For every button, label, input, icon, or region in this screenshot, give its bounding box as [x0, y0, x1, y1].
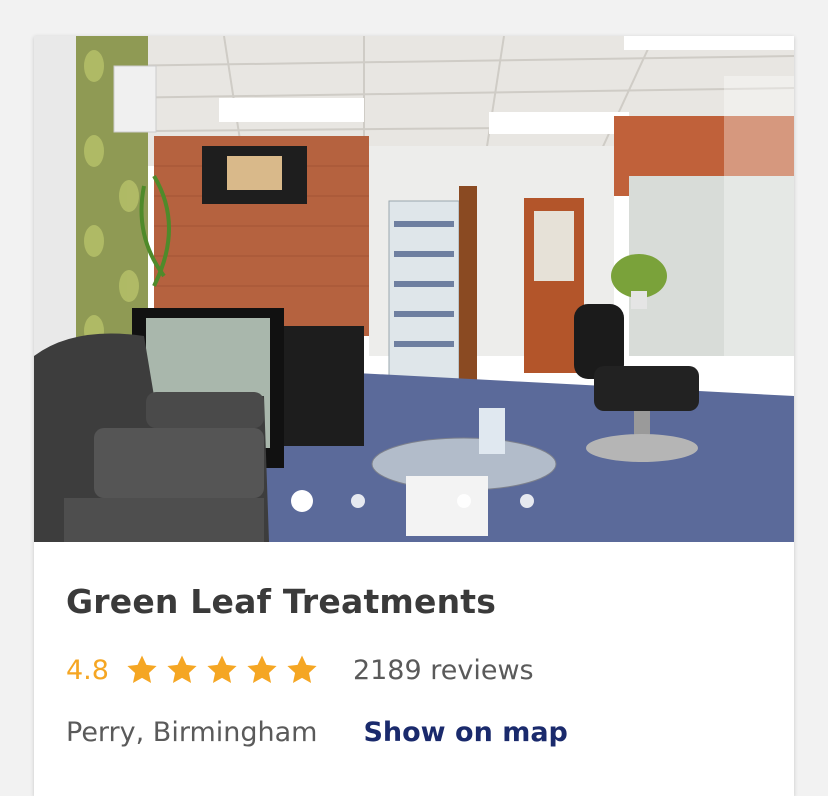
show-on-map-link[interactable]: Show on map	[363, 717, 567, 748]
gallery-dot[interactable]	[351, 494, 365, 508]
gallery-dot[interactable]	[520, 494, 534, 508]
star-icon	[287, 655, 317, 684]
star-icon	[247, 655, 277, 684]
salon-interior-image	[34, 36, 794, 542]
reviews-count-link[interactable]: 2189 reviews	[353, 655, 534, 686]
rating-row: 4.8 2189 reviews	[66, 650, 534, 690]
gallery-dot-active[interactable]	[291, 490, 313, 512]
rating-value: 4.8	[66, 654, 109, 686]
gallery-dot[interactable]	[457, 494, 471, 508]
listing-card[interactable]: Green Leaf Treatments 4.8 2189 reviews P…	[34, 36, 794, 796]
location-row: Perry, Birmingham Show on map	[66, 712, 568, 752]
star-icon	[207, 655, 237, 684]
listing-photo[interactable]	[34, 36, 794, 542]
location-text: Perry, Birmingham	[66, 716, 318, 748]
star-icon	[167, 655, 197, 684]
star-rating	[125, 653, 325, 687]
star-icon	[127, 655, 157, 684]
gallery-pagination	[34, 490, 794, 514]
listing-info: Green Leaf Treatments 4.8 2189 reviews P…	[34, 542, 794, 796]
business-name[interactable]: Green Leaf Treatments	[66, 582, 496, 621]
